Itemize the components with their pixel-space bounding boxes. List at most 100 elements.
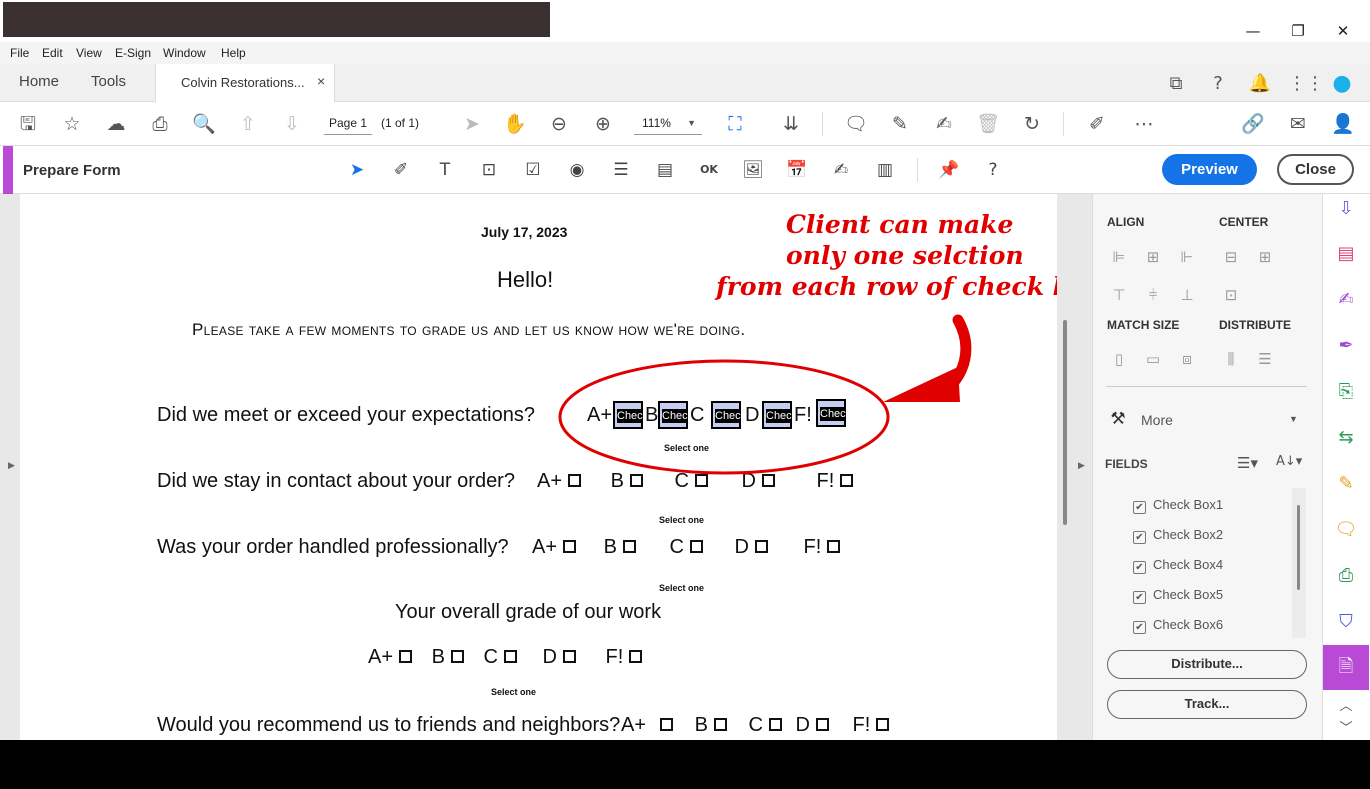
checkbox[interactable] [450, 650, 464, 663]
menu-edit[interactable]: Edit [42, 46, 63, 60]
field-list-item[interactable]: ✔ Check Box2 [1133, 527, 1223, 544]
protect-icon[interactable]: ⛉ [1333, 609, 1359, 635]
checkbox[interactable] [815, 718, 829, 731]
track-button[interactable]: Track... [1107, 690, 1307, 719]
align-center-icon[interactable]: ⊞ [1142, 246, 1164, 268]
field-list-item[interactable]: ✔ Check Box1 [1133, 497, 1223, 514]
dropdown-icon[interactable]: ▤ [653, 158, 677, 182]
field-list-item[interactable]: ✔ Check Box5 [1133, 587, 1223, 604]
checkbox-tool-icon[interactable]: ☑ [521, 158, 545, 182]
checkbox[interactable] [689, 540, 703, 553]
menu-file[interactable]: File [10, 46, 29, 60]
center-vertical-icon[interactable]: ⊞ [1254, 246, 1276, 268]
center-both-icon[interactable]: ⊡ [1220, 284, 1242, 306]
highlight-icon[interactable]: ✎ [887, 111, 913, 137]
distribute-button[interactable]: Distribute... [1107, 650, 1307, 679]
profile-avatar[interactable]: ● [1330, 72, 1354, 96]
compare-files-icon[interactable]: ⇆ [1333, 425, 1359, 451]
chevron-down-icon[interactable]: ▼ [1289, 414, 1298, 424]
align-left-icon[interactable]: ⊫ [1108, 246, 1130, 268]
chevron-down-icon[interactable]: ﹀ [1333, 716, 1359, 742]
page-number-field[interactable]: Page 1 [324, 111, 372, 135]
scrollbar-thumb[interactable] [1063, 320, 1067, 525]
menu-window[interactable]: Window [163, 46, 206, 60]
restore-button[interactable]: ❐ [1275, 20, 1321, 42]
text-field-icon[interactable]: ⊡ [477, 158, 501, 182]
menu-esign[interactable]: E-Sign [115, 46, 151, 60]
checkbox[interactable] [660, 718, 674, 731]
distribute-vertical-icon[interactable]: ☰ [1254, 348, 1276, 370]
checkbox[interactable] [399, 650, 413, 663]
center-horizontal-icon[interactable]: ⊟ [1220, 246, 1242, 268]
save-icon[interactable]: 🖫 [15, 111, 41, 137]
checkbox[interactable] [562, 650, 576, 663]
checkbox[interactable] [754, 540, 768, 553]
checkbox[interactable] [629, 650, 643, 663]
signature-field-icon[interactable]: ✍ [829, 158, 853, 182]
print-icon[interactable]: ⎙ [147, 111, 173, 137]
left-panel-toggle[interactable]: ▶ [0, 194, 20, 740]
button-tool-icon[interactable]: OK [697, 158, 721, 182]
more-dropdown[interactable]: More [1141, 412, 1173, 428]
help-icon[interactable]: ? [981, 158, 1005, 182]
export-pdf-icon[interactable]: ⇩ [1333, 196, 1359, 222]
match-height-icon[interactable]: ▭ [1142, 348, 1164, 370]
cloud-upload-icon[interactable]: ☁ [103, 111, 129, 137]
checkbox[interactable] [876, 718, 890, 731]
edit-fields-icon[interactable]: ✐ [389, 158, 413, 182]
match-both-icon[interactable]: ⧈ [1176, 348, 1198, 370]
help-icon[interactable]: ? [1206, 72, 1230, 96]
close-window-button[interactable]: ✕ [1320, 20, 1366, 42]
align-top-icon[interactable]: ⊤ [1108, 284, 1130, 306]
list-box-icon[interactable]: ☰ [609, 158, 633, 182]
scan-ocr-icon[interactable]: ⎙ [1333, 563, 1359, 589]
rotate-icon[interactable]: ↻ [1019, 111, 1045, 137]
close-tab-icon[interactable]: × [317, 73, 325, 89]
share-screen-icon[interactable]: ⧉ [1164, 72, 1188, 96]
checkbox[interactable] [713, 718, 727, 731]
select-object-icon[interactable]: ➤ [345, 158, 369, 182]
tab-document[interactable]: Colvin Restorations... × [155, 64, 335, 102]
apps-grid-icon[interactable]: ⋮⋮ [1288, 72, 1324, 96]
page-up-icon[interactable]: ⇧ [235, 111, 261, 137]
field-list-item[interactable]: ✔ Check Box6 [1133, 617, 1223, 634]
tab-tools[interactable]: Tools [91, 73, 126, 90]
barcode-icon[interactable]: ▥ [873, 158, 897, 182]
align-middle-icon[interactable]: ⫩ [1142, 284, 1164, 306]
add-user-icon[interactable]: 👤 [1330, 111, 1356, 137]
checkbox[interactable] [622, 540, 636, 553]
zoom-out-icon[interactable]: ⊖ [546, 111, 572, 137]
checkbox[interactable] [768, 718, 782, 731]
match-width-icon[interactable]: ▯ [1108, 348, 1130, 370]
radio-button-icon[interactable]: ◉ [565, 158, 589, 182]
sort-alpha-icon[interactable]: A↓▾ [1276, 454, 1302, 469]
scroll-mode-icon[interactable]: ⇊ [778, 111, 804, 137]
align-right-icon[interactable]: ⊩ [1176, 246, 1198, 268]
menu-view[interactable]: View [76, 46, 102, 60]
comment-icon[interactable]: 🗨 [1333, 517, 1359, 543]
align-bottom-icon[interactable]: ⊥ [1176, 284, 1198, 306]
request-signature-icon[interactable]: ✍ [1333, 287, 1359, 313]
fit-page-icon[interactable]: ⛶ [722, 111, 748, 137]
checkbox[interactable] [563, 540, 577, 553]
organize-pages-icon[interactable]: ▤ [1333, 241, 1359, 267]
select-cursor-icon[interactable]: ➤ [459, 111, 485, 137]
chevron-right-icon[interactable]: ▶ [1078, 460, 1085, 471]
checkbox[interactable] [827, 540, 841, 553]
more-tools-icon[interactable]: ⋯ [1131, 111, 1157, 137]
edit-pdf-icon[interactable]: ✐ [1084, 111, 1110, 137]
close-button[interactable]: Close [1277, 154, 1354, 185]
field-list-item[interactable]: ✔ Check Box4 [1133, 557, 1223, 574]
fill-sign-icon[interactable]: ✒ [1333, 333, 1359, 359]
preview-button[interactable]: Preview [1162, 154, 1257, 185]
field-list-scroll-thumb[interactable] [1297, 505, 1300, 590]
search-icon[interactable]: 🔍 [191, 111, 217, 137]
tab-home[interactable]: Home [19, 73, 59, 90]
checkbox[interactable] [503, 650, 517, 663]
menu-help[interactable]: Help [221, 46, 246, 60]
minimize-button[interactable]: — [1230, 20, 1276, 42]
delete-icon[interactable]: 🗑 [975, 111, 1001, 137]
hand-tool-icon[interactable]: ✋ [502, 111, 528, 137]
pin-icon[interactable]: 📌 [937, 158, 961, 182]
page-down-icon[interactable]: ⇩ [279, 111, 305, 137]
